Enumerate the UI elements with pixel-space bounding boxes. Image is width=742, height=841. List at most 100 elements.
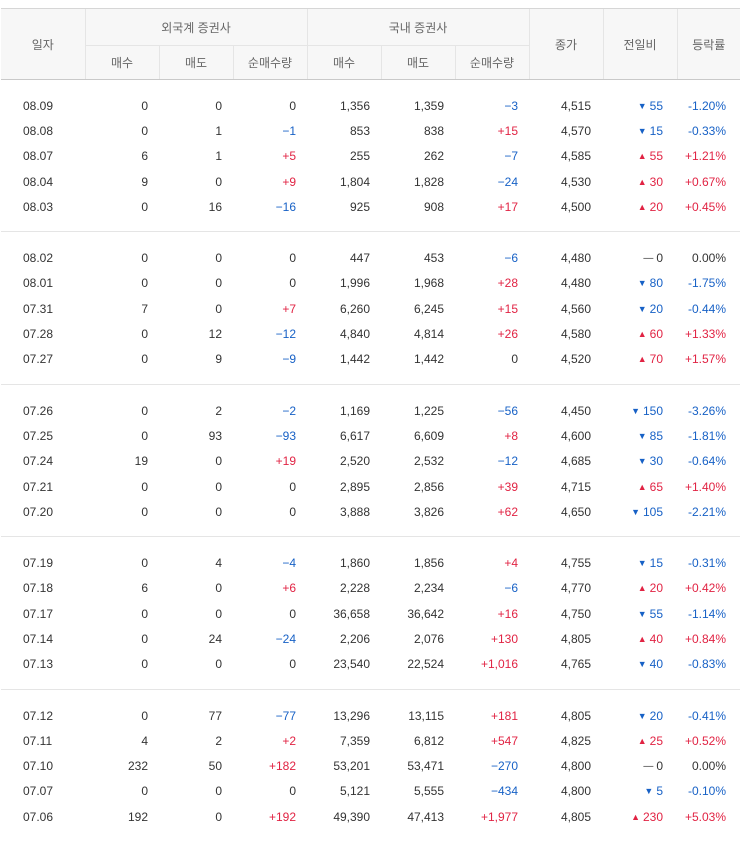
down-triangle-icon: ▼ (644, 786, 653, 796)
domestic-sell-cell: 6,609 (381, 423, 455, 448)
table-row: 07.24190+192,5202,532−124,685▼30-0.64% (1, 449, 740, 474)
foreign-sell-cell: 24 (159, 626, 233, 651)
foreign-buy-cell: 0 (85, 93, 159, 118)
foreign-sell-cell: 0 (159, 499, 233, 524)
table-row: 07.2602−21,1691,225−564,450▼150-3.26% (1, 398, 740, 423)
down-triangle-icon: ▼ (638, 456, 647, 466)
close-price-cell: 4,685 (529, 449, 603, 474)
change-value: 150 (643, 404, 663, 418)
change-cell: ▼40 (603, 652, 677, 677)
header-foreign-net: 순매수량 (233, 46, 307, 80)
domestic-sell-cell: 2,234 (381, 576, 455, 601)
domestic-buy-cell: 1,169 (307, 398, 381, 423)
date-cell: 07.13 (1, 652, 85, 677)
domestic-sell-cell: 2,532 (381, 449, 455, 474)
close-price-cell: 4,805 (529, 804, 603, 829)
domestic-sell-cell: 4,814 (381, 321, 455, 346)
foreign-net-cell: 0 (233, 245, 307, 270)
change-cell: ▲20 (603, 194, 677, 219)
table-row: 07.1860+62,2282,234−64,770▲20+0.42% (1, 576, 740, 601)
table-header: 일자 외국계 증권사 국내 증권사 종가 전일비 등락률 매수 매도 순매수량 … (1, 9, 740, 80)
change-rate-cell: -0.31% (677, 550, 740, 575)
foreign-buy-cell: 0 (85, 398, 159, 423)
change-cell: ▼80 (603, 271, 677, 296)
change-value: 25 (650, 734, 663, 748)
domestic-buy-cell: 1,356 (307, 93, 381, 118)
date-cell: 07.07 (1, 779, 85, 804)
change-cell: ▲230 (603, 804, 677, 829)
domestic-buy-cell: 6,617 (307, 423, 381, 448)
change-value: 85 (650, 429, 663, 443)
domestic-buy-cell: 2,895 (307, 474, 381, 499)
domestic-buy-cell: 2,520 (307, 449, 381, 474)
change-rate-cell: 0.00% (677, 754, 740, 779)
change-rate-cell: -0.33% (677, 118, 740, 143)
change-cell: ▲20 (603, 576, 677, 601)
close-price-cell: 4,755 (529, 550, 603, 575)
foreign-net-cell: −24 (233, 626, 307, 651)
foreign-buy-cell: 0 (85, 321, 159, 346)
date-cell: 07.12 (1, 703, 85, 728)
domestic-net-cell: +16 (455, 601, 529, 626)
domestic-buy-cell: 447 (307, 245, 381, 270)
date-cell: 07.21 (1, 474, 85, 499)
change-rate-cell: +0.84% (677, 626, 740, 651)
domestic-sell-cell: 838 (381, 118, 455, 143)
change-cell: ▲55 (603, 144, 677, 169)
foreign-sell-cell: 93 (159, 423, 233, 448)
change-value: 40 (650, 632, 663, 646)
table-row: 07.200003,8883,826+624,650▼105-2.21% (1, 499, 740, 524)
close-price-cell: 4,800 (529, 754, 603, 779)
date-cell: 07.26 (1, 398, 85, 423)
change-rate-cell: -0.44% (677, 296, 740, 321)
change-cell: ▼20 (603, 703, 677, 728)
foreign-sell-cell: 0 (159, 271, 233, 296)
down-triangle-icon: ▼ (638, 659, 647, 669)
up-triangle-icon: ▲ (638, 354, 647, 364)
foreign-net-cell: 0 (233, 93, 307, 118)
table-body: 08.090001,3561,359−34,515▼55-1.20%08.080… (1, 80, 740, 841)
change-rate-cell: +1.21% (677, 144, 740, 169)
domestic-sell-cell: 6,812 (381, 728, 455, 753)
foreign-sell-cell: 4 (159, 550, 233, 575)
domestic-buy-cell: 925 (307, 194, 381, 219)
domestic-net-cell: +1,977 (455, 804, 529, 829)
foreign-net-cell: −77 (233, 703, 307, 728)
domestic-net-cell: −7 (455, 144, 529, 169)
change-rate-cell: +0.67% (677, 169, 740, 194)
table-row: 07.061920+19249,39047,413+1,9774,805▲230… (1, 804, 740, 829)
change-cell: ▼5 (603, 779, 677, 804)
group-spacer (1, 689, 740, 703)
table-row: 07.1700036,65836,642+164,750▼55-1.14% (1, 601, 740, 626)
date-cell: 07.25 (1, 423, 85, 448)
change-cell: ▼150 (603, 398, 677, 423)
change-rate-cell: -2.21% (677, 499, 740, 524)
change-value: 30 (650, 454, 663, 468)
domestic-buy-cell: 2,228 (307, 576, 381, 601)
up-triangle-icon: ▲ (638, 482, 647, 492)
foreign-sell-cell: 0 (159, 779, 233, 804)
domestic-sell-cell: 262 (381, 144, 455, 169)
foreign-sell-cell: 77 (159, 703, 233, 728)
date-cell: 07.17 (1, 601, 85, 626)
date-cell: 07.27 (1, 347, 85, 372)
close-price-cell: 4,600 (529, 423, 603, 448)
date-cell: 08.09 (1, 93, 85, 118)
foreign-net-cell: 0 (233, 271, 307, 296)
foreign-sell-cell: 0 (159, 449, 233, 474)
down-triangle-icon: ▼ (638, 126, 647, 136)
flat-dash-icon: — (643, 761, 653, 772)
foreign-sell-cell: 1 (159, 118, 233, 143)
close-price-cell: 4,765 (529, 652, 603, 677)
change-rate-cell: +0.42% (677, 576, 740, 601)
change-value: 105 (643, 505, 663, 519)
foreign-buy-cell: 0 (85, 474, 159, 499)
foreign-net-cell: −16 (233, 194, 307, 219)
header-domestic-sell: 매도 (381, 46, 455, 80)
table-row: 07.070005,1215,555−4344,800▼5-0.10% (1, 779, 740, 804)
date-cell: 07.10 (1, 754, 85, 779)
foreign-buy-cell: 0 (85, 423, 159, 448)
date-cell: 08.08 (1, 118, 85, 143)
group-divider (1, 372, 740, 385)
domestic-net-cell: +28 (455, 271, 529, 296)
